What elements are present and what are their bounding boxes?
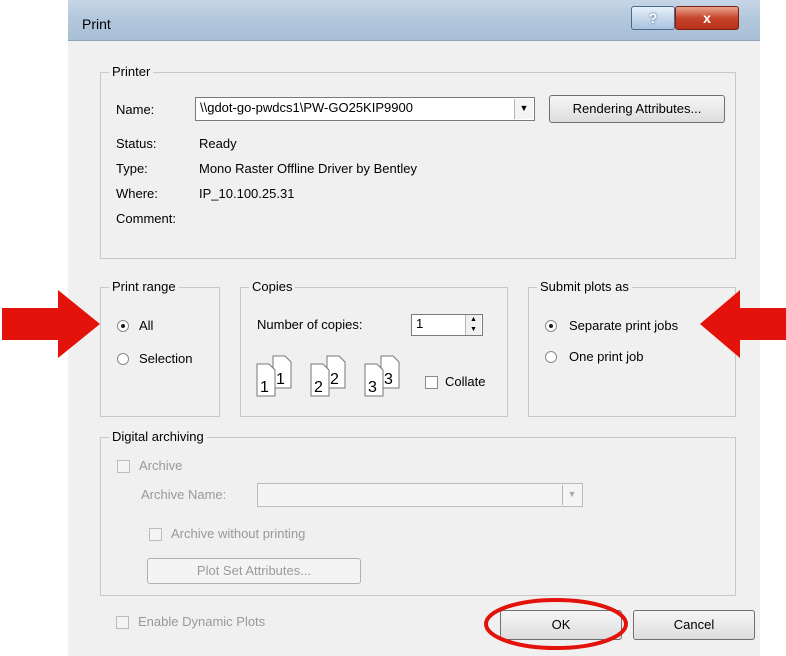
number-of-copies-label: Number of copies: bbox=[257, 317, 363, 332]
page-3-front: 3 bbox=[368, 379, 377, 396]
separate-print-jobs-label[interactable]: Separate print jobs bbox=[569, 317, 678, 335]
page-1-front: 1 bbox=[260, 379, 269, 396]
archive-name-select[interactable]: ▼ bbox=[257, 483, 583, 507]
printer-name-label: Name: bbox=[116, 102, 155, 117]
chevron-down-icon[interactable]: ▼ bbox=[514, 99, 533, 119]
collate-checkbox[interactable] bbox=[425, 376, 438, 389]
close-button[interactable]: x bbox=[675, 6, 739, 30]
where-label: Where: bbox=[116, 186, 158, 201]
rendering-attributes-button[interactable]: Rendering Attributes... bbox=[549, 95, 725, 123]
spin-up-icon[interactable]: ▲ bbox=[465, 315, 481, 325]
help-button[interactable]: ? bbox=[631, 6, 675, 30]
number-of-copies-stepper[interactable]: 1 ▲ ▼ bbox=[411, 314, 483, 336]
print-range-group: Print range All Selection bbox=[100, 279, 220, 417]
enable-dynamic-plots-checkbox[interactable] bbox=[116, 616, 129, 629]
title-bar: Print ? x bbox=[68, 0, 760, 41]
submit-plots-legend: Submit plots as bbox=[537, 279, 632, 295]
copies-group: Copies Number of copies: 1 ▲ ▼ 1 1 2 2 3… bbox=[240, 279, 508, 417]
number-of-copies-value: 1 bbox=[416, 316, 424, 331]
archive-name-label: Archive Name: bbox=[141, 487, 227, 502]
print-range-legend: Print range bbox=[109, 279, 179, 295]
type-value: Mono Raster Offline Driver by Bentley bbox=[199, 161, 417, 176]
one-print-job-radio[interactable] bbox=[545, 351, 557, 363]
type-label: Type: bbox=[116, 161, 148, 176]
archive-without-printing-label[interactable]: Archive without printing bbox=[171, 525, 305, 543]
comment-label: Comment: bbox=[116, 211, 176, 226]
print-range-selection-radio[interactable] bbox=[117, 353, 129, 365]
printer-group: Printer Name: \\gdot-go-pwdcs1\PW-GO25KI… bbox=[100, 64, 736, 259]
archive-without-printing-checkbox[interactable] bbox=[149, 528, 162, 541]
printer-name-select[interactable]: \\gdot-go-pwdcs1\PW-GO25KIP9900 ▼ bbox=[195, 97, 535, 121]
print-range-selection-label[interactable]: Selection bbox=[139, 350, 192, 368]
submit-plots-group: Submit plots as Separate print jobs One … bbox=[528, 279, 736, 417]
print-range-all-radio[interactable] bbox=[117, 320, 129, 332]
chevron-down-icon[interactable]: ▼ bbox=[562, 485, 581, 505]
one-print-job-label[interactable]: One print job bbox=[569, 348, 643, 366]
where-value: IP_10.100.25.31 bbox=[199, 186, 295, 201]
status-value: Ready bbox=[199, 136, 237, 151]
cancel-button[interactable]: Cancel bbox=[633, 610, 755, 640]
page-1-back: 1 bbox=[276, 371, 285, 388]
page-2-front: 2 bbox=[314, 379, 323, 396]
archive-label[interactable]: Archive bbox=[139, 457, 182, 475]
plot-set-attributes-button[interactable]: Plot Set Attributes... bbox=[147, 558, 361, 584]
collate-pages-icon: 1 1 2 2 3 3 bbox=[256, 355, 400, 397]
print-range-all-label[interactable]: All bbox=[139, 317, 153, 335]
printer-legend: Printer bbox=[109, 64, 154, 80]
digital-archiving-legend: Digital archiving bbox=[109, 429, 207, 445]
archive-checkbox[interactable] bbox=[117, 460, 130, 473]
digital-archiving-group: Digital archiving Archive Archive Name: … bbox=[100, 429, 736, 596]
spin-down-icon[interactable]: ▼ bbox=[465, 325, 481, 335]
status-label: Status: bbox=[116, 136, 157, 151]
window-title: Print bbox=[82, 16, 111, 32]
page-3-back: 3 bbox=[384, 371, 393, 388]
enable-dynamic-plots-label[interactable]: Enable Dynamic Plots bbox=[138, 613, 265, 631]
separate-print-jobs-radio[interactable] bbox=[545, 320, 557, 332]
copies-legend: Copies bbox=[249, 279, 296, 295]
page-2-back: 2 bbox=[330, 371, 339, 388]
printer-name-value: \\gdot-go-pwdcs1\PW-GO25KIP9900 bbox=[200, 100, 413, 115]
ok-button[interactable]: OK bbox=[500, 610, 622, 640]
collate-label[interactable]: Collate bbox=[445, 373, 485, 391]
print-dialog: Print ? x Printer Name: \\gdot-go-pwdcs1… bbox=[68, 0, 760, 656]
